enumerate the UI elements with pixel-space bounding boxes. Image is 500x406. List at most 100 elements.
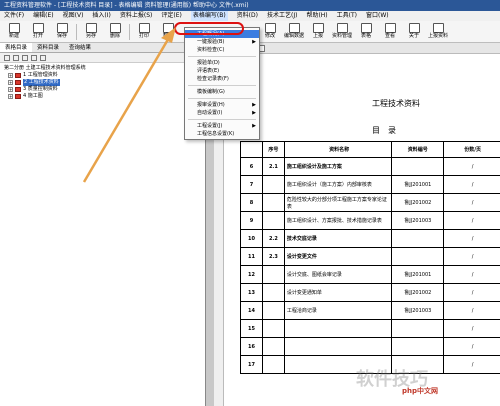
toolbar-button[interactable]: 打印: [134, 23, 154, 40]
row-name: 危险性较大的分部分项工程施工方案专家论证表: [283, 193, 393, 212]
tree-node[interactable]: +2 工程技术资料: [4, 79, 205, 86]
tree-node[interactable]: 第二分册 土建工程技术资料管理系统: [4, 65, 205, 72]
document-title: 工程技术资料: [372, 99, 420, 108]
menu-item[interactable]: 技术工艺(J): [267, 11, 297, 21]
row-name: 技术交底记录: [283, 229, 393, 248]
left-tab[interactable]: 查询结果: [64, 43, 96, 52]
dropdown-menu-item[interactable]: 工程信息设置(K): [185, 130, 259, 138]
tree-node-label: 2 工程技术资料: [23, 79, 60, 86]
left-tab[interactable]: 资料目录: [32, 43, 64, 52]
toolbar-button-label: 上报资料: [428, 33, 449, 39]
menu-item[interactable]: 资料(D): [237, 11, 258, 21]
row-pages: /: [443, 175, 500, 194]
expand-toggle-icon[interactable]: +: [8, 73, 13, 78]
dropdown-menu-item[interactable]: 一键报验(B) ▶: [185, 38, 259, 46]
toolbar-icon: [432, 23, 444, 33]
dropdown-menu-item[interactable]: 报审设置(H) ▶: [185, 101, 259, 109]
toolbar-button-label: 关于: [408, 33, 419, 39]
table-row[interactable]: 11 2.3 设计变更文件 /: [240, 247, 500, 266]
menu-item[interactable]: 视图(V): [63, 11, 84, 21]
row-pages: /: [443, 193, 500, 212]
tree-node[interactable]: +3 质量控制资料: [4, 86, 205, 93]
filter-icon[interactable]: [40, 54, 46, 61]
toolbar-button[interactable]: 查看: [380, 23, 400, 40]
row-seq: [261, 355, 285, 374]
menu-item[interactable]: 工具(T): [337, 11, 357, 21]
expand-toggle-icon[interactable]: +: [8, 87, 13, 92]
menu-item[interactable]: 窗口(W): [366, 11, 389, 21]
row-number: 6: [240, 157, 263, 176]
header-blank: [240, 141, 263, 158]
toolbar-button-label: 保存: [56, 33, 67, 39]
row-number: 17: [240, 355, 263, 374]
toolbar-button-label: 打印: [138, 33, 149, 39]
table-row[interactable]: 15 /: [240, 319, 500, 338]
dropdown-menu-item[interactable]: 模板编制(G): [185, 88, 259, 96]
table-row[interactable]: 10 2.2 技术交底记录 /: [240, 229, 500, 248]
expand-toggle-icon[interactable]: +: [8, 94, 13, 99]
toolbar-icon: [312, 23, 324, 33]
tree-node[interactable]: +4 施工图: [4, 93, 205, 100]
toolbar-button[interactable]: 上报资料: [428, 23, 448, 40]
toolbar-button[interactable]: 打开: [28, 23, 48, 40]
row-name: 设计交底、图纸会审记录: [283, 265, 393, 284]
menu-item[interactable]: 资料上报(S): [120, 11, 153, 21]
collapse-icon[interactable]: [13, 54, 19, 61]
table-row[interactable]: 12 设计交底、图纸会审记录 鲁JJ201001/: [240, 265, 500, 284]
row-number: 13: [240, 283, 263, 302]
toolbar-button-label: 修改: [264, 33, 275, 39]
dropdown-menu-item[interactable]: 报验单(D): [185, 59, 259, 67]
dropdown-menu-item[interactable]: 工程设置(J) ▶: [185, 122, 259, 130]
dropdown-menu-item[interactable]: 自动设置(I) ▶: [185, 109, 259, 117]
left-tab[interactable]: 表格目录: [0, 43, 33, 52]
expand-toggle-icon[interactable]: +: [8, 80, 13, 85]
table-row[interactable]: 6 2.1 施工组织设计及施工方案 /: [240, 157, 500, 176]
menu-item[interactable]: 编辑(E): [33, 11, 53, 21]
toolbar-button[interactable]: 删除: [105, 23, 125, 40]
toolbar-icon: [32, 23, 44, 33]
refresh-icon[interactable]: [22, 54, 28, 61]
dropdown-menu-item[interactable]: 检查记录表(F): [185, 75, 259, 83]
table-row[interactable]: 16 /: [240, 337, 500, 356]
toolbar-icon: [109, 23, 121, 33]
row-seq: [261, 193, 285, 212]
toolbar-button[interactable]: 表格: [356, 23, 376, 40]
header-code: 资料编号: [391, 141, 445, 158]
menu-item[interactable]: 表格编写(B): [190, 11, 228, 21]
toolbar-button[interactable]: 修改: [260, 23, 280, 40]
menu-separator: [188, 119, 256, 120]
toolbar-icon: [138, 23, 150, 33]
book-icon: [15, 94, 21, 99]
toolbar-button-label: 删除: [109, 33, 120, 39]
toolbar-button[interactable]: 资料管理: [332, 23, 352, 40]
menu-item[interactable]: 插入(I): [92, 11, 110, 21]
row-pages: /: [443, 229, 500, 248]
toolbar-button-label: 另存: [85, 33, 96, 39]
toolbar-button-label: 上报: [312, 33, 323, 39]
table-row[interactable]: 8 危险性较大的分部分项工程施工方案专家论证表 鲁JJ201002/: [240, 193, 500, 212]
row-code: [391, 229, 445, 248]
table-row[interactable]: 7 施工组织设计（施工方案）内部审核表 鲁JJ201001/: [240, 175, 500, 194]
table-row[interactable]: 13 设计变更通知单 鲁JJ201002/: [240, 283, 500, 302]
toolbar-button[interactable]: 另存: [81, 23, 101, 40]
table-row[interactable]: 9 施工组织设计、方案报批、技术措施记录表 鲁JJ201003/: [240, 211, 500, 230]
menu-item[interactable]: 评定(E): [161, 11, 181, 21]
menu-item[interactable]: 文件(F): [4, 11, 24, 21]
row-seq: 2.3: [261, 247, 285, 266]
toolbar-button[interactable]: 新建: [4, 23, 24, 40]
toolbar-button[interactable]: 关于: [404, 23, 424, 40]
menu-item[interactable]: 帮助(H): [306, 11, 327, 21]
dropdown-menu-label: 资料检查(C): [197, 47, 225, 53]
toolbar-button[interactable]: 编辑数据: [284, 23, 304, 40]
toolbar-button[interactable]: 上报: [308, 23, 328, 40]
expand-icon[interactable]: [4, 54, 10, 61]
search-icon[interactable]: [31, 54, 37, 61]
toolbar-button[interactable]: 保存: [52, 23, 72, 40]
row-seq: [261, 319, 285, 338]
dropdown-menu-item[interactable]: 评语表(E): [185, 67, 259, 75]
row-pages: /: [443, 157, 500, 176]
table-row[interactable]: 14 工程洽商记录 鲁JJ201003/: [240, 301, 500, 320]
dropdown-menu-item[interactable]: 资料检查(C): [185, 46, 259, 54]
row-name: 施工组织设计及施工方案: [283, 157, 393, 176]
tree-node[interactable]: +1 工程管理资料: [4, 72, 205, 79]
